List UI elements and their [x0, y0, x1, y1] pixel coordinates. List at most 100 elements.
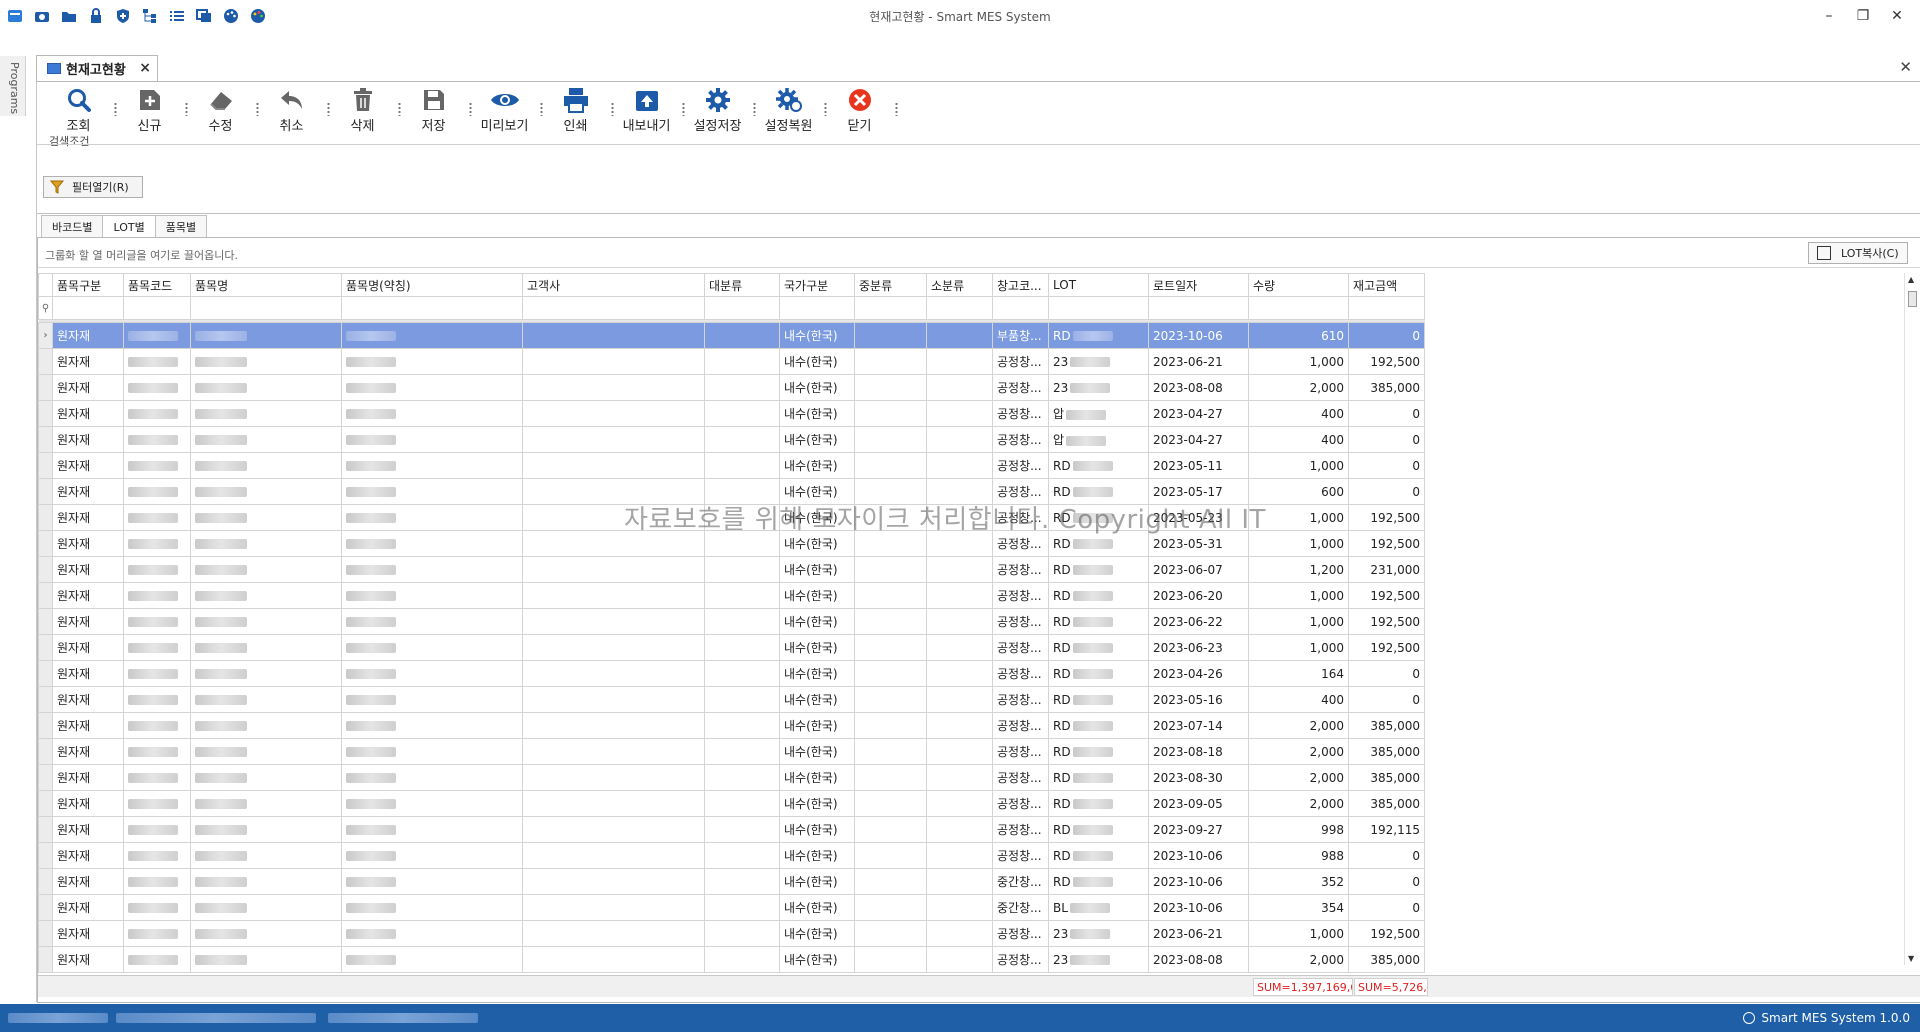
cell-item-name[interactable] — [190, 452, 342, 479]
cell-customer[interactable] — [522, 582, 705, 609]
cell-quantity[interactable]: 400 — [1248, 426, 1349, 453]
cell-middle-category[interactable] — [854, 894, 927, 921]
col-header-middle-category[interactable]: 중분류 — [854, 273, 927, 297]
cell-minor-category[interactable] — [926, 608, 993, 635]
table-row[interactable]: 원자재 내수(한국) 공정창... RD 2023-08-30 2,000 385,000 — [38, 764, 1425, 791]
cell-item-name[interactable] — [190, 400, 342, 427]
cell-major-category[interactable] — [704, 920, 780, 947]
cell-stock-amount[interactable]: 0 — [1348, 426, 1425, 453]
cell-minor-category[interactable] — [926, 452, 993, 479]
cell-stock-amount[interactable]: 385,000 — [1348, 738, 1425, 765]
cell-customer[interactable] — [522, 790, 705, 817]
row-indicator[interactable] — [38, 946, 53, 973]
cell-minor-category[interactable] — [926, 556, 993, 583]
cell-stock-amount[interactable]: 0 — [1348, 400, 1425, 427]
col-header-quantity[interactable]: 수량 — [1248, 273, 1349, 297]
cell-stock-amount[interactable]: 0 — [1348, 322, 1425, 349]
programs-side-panel[interactable]: Programs — [0, 56, 26, 116]
cell-item-type[interactable]: 원자재 — [52, 556, 124, 583]
cell-middle-category[interactable] — [854, 400, 927, 427]
cell-country[interactable]: 내수(한국) — [779, 426, 855, 453]
cell-lot-date[interactable]: 2023-09-05 — [1148, 790, 1249, 817]
cell-minor-category[interactable] — [926, 686, 993, 713]
cell-quantity[interactable]: 2,000 — [1248, 374, 1349, 401]
table-row[interactable]: 원자재 내수(한국) 공정창... RD 2023-09-27 998 192,115 — [38, 816, 1425, 843]
cell-lot[interactable]: RD — [1048, 660, 1149, 687]
cell-major-category[interactable] — [704, 660, 780, 687]
cell-warehouse-code[interactable]: 공정창... — [992, 842, 1049, 869]
cell-item-name[interactable] — [190, 894, 342, 921]
cell-quantity[interactable]: 2,000 — [1248, 764, 1349, 791]
table-row[interactable]: 원자재 내수(한국) 공정창... RD 2023-10-06 988 0 — [38, 842, 1425, 869]
cell-customer[interactable] — [522, 712, 705, 739]
cell-lot[interactable]: RD — [1048, 556, 1149, 583]
cell-middle-category[interactable] — [854, 764, 927, 791]
cell-country[interactable]: 내수(한국) — [779, 790, 855, 817]
cell-middle-category[interactable] — [854, 322, 927, 349]
export-button[interactable]: 내보내기 — [611, 86, 685, 134]
cell-lot[interactable]: RD — [1048, 452, 1149, 479]
cell-item-type[interactable]: 원자재 — [52, 738, 124, 765]
col-header-major-category[interactable]: 대분류 — [704, 273, 780, 297]
save-settings-button[interactable]: 설정저장 — [682, 86, 756, 134]
cell-country[interactable]: 내수(한국) — [779, 348, 855, 375]
cell-minor-category[interactable] — [926, 582, 993, 609]
cell-major-category[interactable] — [704, 764, 780, 791]
cell-warehouse-code[interactable]: 중간창... — [992, 868, 1049, 895]
cell-quantity[interactable]: 1,000 — [1248, 348, 1349, 375]
cell-item-short-name[interactable] — [341, 660, 523, 687]
cell-minor-category[interactable] — [926, 790, 993, 817]
cell-customer[interactable] — [522, 374, 705, 401]
col-header-item-name[interactable]: 품목명 — [190, 273, 342, 297]
cell-item-name[interactable] — [190, 712, 342, 739]
cell-item-name[interactable] — [190, 322, 342, 349]
row-indicator[interactable] — [38, 634, 53, 661]
cell-country[interactable]: 내수(한국) — [779, 712, 855, 739]
cell-middle-category[interactable] — [854, 946, 927, 973]
row-indicator[interactable] — [38, 842, 53, 869]
scroll-down-icon[interactable]: ▼ — [1908, 954, 1914, 963]
delete-button[interactable]: 삭제 — [327, 86, 401, 134]
save-button[interactable]: 저장 — [398, 86, 472, 134]
cell-item-type[interactable]: 원자재 — [52, 478, 124, 505]
row-indicator[interactable] — [38, 816, 53, 843]
cell-item-code[interactable] — [123, 764, 191, 791]
cell-warehouse-code[interactable]: 공정창... — [992, 452, 1049, 479]
cell-major-category[interactable] — [704, 790, 780, 817]
cell-country[interactable]: 내수(한국) — [779, 920, 855, 947]
cell-minor-category[interactable] — [926, 634, 993, 661]
row-indicator[interactable] — [38, 686, 53, 713]
cell-minor-category[interactable] — [926, 712, 993, 739]
row-indicator[interactable] — [38, 504, 53, 531]
cell-stock-amount[interactable]: 0 — [1348, 868, 1425, 895]
col-header-item-short-name[interactable]: 품목명(약칭) — [341, 273, 523, 297]
cell-item-type[interactable]: 원자재 — [52, 920, 124, 947]
cell-quantity[interactable]: 2,000 — [1248, 738, 1349, 765]
cell-item-type[interactable]: 원자재 — [52, 322, 124, 349]
cell-quantity[interactable]: 1,000 — [1248, 634, 1349, 661]
cell-customer[interactable] — [522, 868, 705, 895]
cell-minor-category[interactable] — [926, 400, 993, 427]
cell-major-category[interactable] — [704, 686, 780, 713]
row-indicator[interactable] — [38, 764, 53, 791]
cell-lot-date[interactable]: 2023-04-26 — [1148, 660, 1249, 687]
cell-middle-category[interactable] — [854, 608, 927, 635]
cell-item-short-name[interactable] — [341, 868, 523, 895]
cell-item-type[interactable]: 원자재 — [52, 894, 124, 921]
cell-lot-date[interactable]: 2023-09-27 — [1148, 816, 1249, 843]
cell-stock-amount[interactable]: 385,000 — [1348, 946, 1425, 973]
cell-item-type[interactable]: 원자재 — [52, 426, 124, 453]
cell-item-name[interactable] — [190, 530, 342, 557]
cell-lot[interactable]: BL — [1048, 894, 1149, 921]
cell-item-code[interactable] — [123, 374, 191, 401]
cell-stock-amount[interactable]: 192,500 — [1348, 504, 1425, 531]
cell-stock-amount[interactable]: 192,500 — [1348, 348, 1425, 375]
table-row[interactable]: 원자재 내수(한국) 공정창... RD 2023-08-18 2,000 385,000 — [38, 738, 1425, 765]
row-indicator[interactable]: › — [38, 322, 53, 349]
cell-item-type[interactable]: 원자재 — [52, 790, 124, 817]
cell-item-short-name[interactable] — [341, 764, 523, 791]
cell-customer[interactable] — [522, 348, 705, 375]
cell-quantity[interactable]: 354 — [1248, 894, 1349, 921]
cell-item-code[interactable] — [123, 452, 191, 479]
cell-stock-amount[interactable]: 0 — [1348, 660, 1425, 687]
